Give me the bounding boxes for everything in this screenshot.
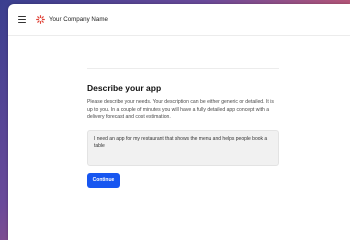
description-text: Please describe your needs. Your descrip… [87, 99, 274, 121]
company-logo-icon [36, 15, 45, 24]
company-name[interactable]: Your Company Name [49, 16, 108, 23]
continue-button[interactable]: Continue [87, 172, 120, 188]
app-description-textarea[interactable]: I need an app for my restaurant that sho… [87, 129, 279, 166]
divider [87, 68, 279, 69]
hamburger-menu-icon[interactable] [18, 16, 26, 23]
describe-app-form: Describe your app Please describe your n… [87, 68, 279, 188]
top-bar: Your Company Name [8, 4, 350, 36]
app-window: Your Company Name Describe your app Plea… [8, 4, 350, 240]
page-title: Describe your app [87, 83, 162, 93]
